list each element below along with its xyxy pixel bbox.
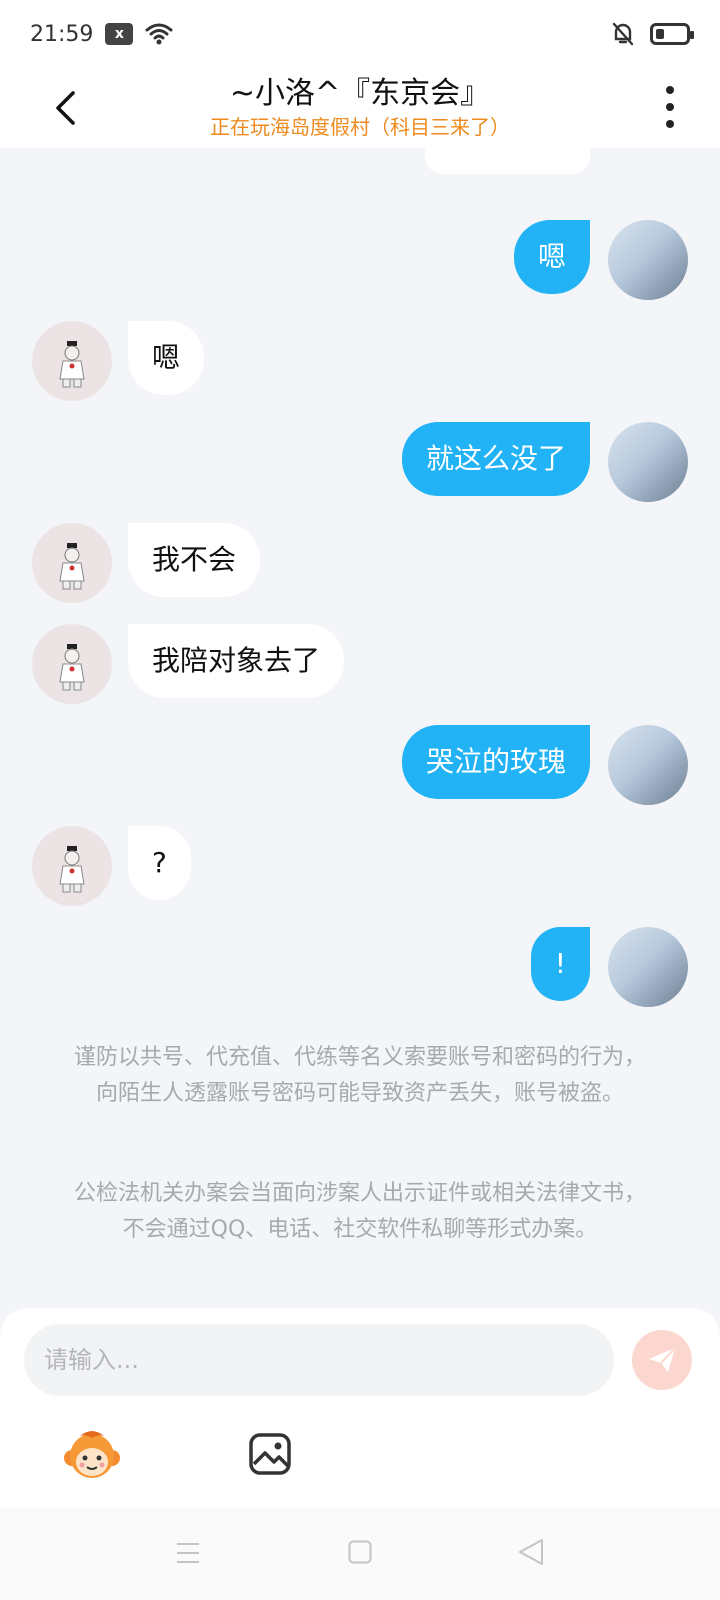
message-input[interactable] (24, 1324, 614, 1396)
nav-back-icon[interactable] (518, 1538, 544, 1566)
contact-avatar[interactable] (32, 321, 112, 401)
character-avatar-icon (59, 846, 85, 893)
character-avatar-icon (59, 543, 85, 590)
chat-header: ~小洛^『东京会』 正在玩海岛度假村（科目三来了） (0, 68, 720, 148)
message-bubble[interactable]: 嗯 (128, 321, 205, 395)
self-avatar[interactable] (608, 927, 688, 1007)
input-panel (0, 1308, 720, 1508)
message-row: 哭泣的玫瑰 (401, 725, 688, 805)
self-avatar[interactable] (608, 725, 688, 805)
status-time: 21:59 (30, 21, 94, 47)
message-bubble[interactable]: ? (128, 826, 191, 900)
message-row: 我不会 (32, 523, 261, 603)
home-icon[interactable] (348, 1540, 372, 1564)
contact-avatar[interactable] (32, 523, 112, 603)
self-avatar[interactable] (608, 220, 688, 300)
more-options-button[interactable] (660, 82, 680, 132)
message-bubble[interactable]: 我陪对象去了 (128, 624, 345, 698)
chat-title: ~小洛^『东京会』 (229, 76, 491, 111)
send-button[interactable] (632, 1330, 692, 1390)
monkey-emoji-icon (64, 1431, 120, 1478)
message-bubble[interactable]: 哭泣的玫瑰 (401, 725, 590, 799)
character-avatar-icon (59, 341, 85, 388)
image-icon (249, 1433, 291, 1475)
system-nav-bar (0, 1508, 720, 1600)
security-notice: 谨防以共号、代充值、代练等名义索要账号和密码的行为，向陌生人透露账号密码可能导致… (73, 1045, 646, 1106)
message-bubble[interactable]: 我不会 (128, 523, 261, 597)
wifi-icon (145, 23, 173, 45)
chevron-left-icon (56, 91, 75, 125)
message-row: 就这么没了 (401, 422, 688, 502)
back-button[interactable] (40, 80, 90, 136)
notification-badge-icon: x (105, 23, 134, 45)
message-row: ! (530, 927, 688, 1007)
message-row: 我陪对象去了 (32, 624, 345, 704)
header-title-block: ~小洛^『东京会』 正在玩海岛度假村（科目三来了） (120, 74, 600, 140)
message-row: ? (32, 826, 191, 906)
recent-apps-icon[interactable] (176, 1542, 200, 1564)
status-bar: 21:59 x (0, 0, 720, 68)
message-row: 嗯 (32, 321, 205, 401)
character-avatar-icon (59, 644, 85, 691)
chat-subtitle: 正在玩海岛度假村（科目三来了） (210, 115, 510, 139)
paper-plane-icon (649, 1347, 676, 1372)
message-bubble[interactable]: 就这么没了 (401, 422, 590, 496)
contact-avatar[interactable] (32, 826, 112, 906)
message-bubble[interactable]: 嗯 (513, 220, 590, 294)
message-bubble[interactable]: ! (530, 927, 590, 1001)
message-row: 嗯 (513, 220, 688, 300)
self-avatar[interactable] (608, 422, 688, 502)
more-vertical-icon (666, 86, 674, 95)
emoji-button[interactable] (62, 1428, 122, 1484)
bell-muted-icon (612, 22, 634, 46)
legal-notice: 公检法机关办案会当面向涉案人出示证件或相关法律文书，不会通过QQ、电话、社交软件… (73, 1181, 646, 1242)
chat-screen: 21:59 x ~小洛^『东京会』 正在玩海岛度假村（科目三来了） 嗯 嗯 就这… (0, 0, 720, 1600)
battery-icon (650, 23, 694, 45)
contact-avatar[interactable] (32, 624, 112, 704)
image-button[interactable] (248, 1432, 292, 1476)
previous-message-bubble (425, 148, 590, 174)
message-list[interactable]: 嗯 嗯 就这么没了 我不会 我陪对象去了 哭泣的玫瑰 ? ! 谨防以共号、代充值… (0, 148, 720, 1308)
